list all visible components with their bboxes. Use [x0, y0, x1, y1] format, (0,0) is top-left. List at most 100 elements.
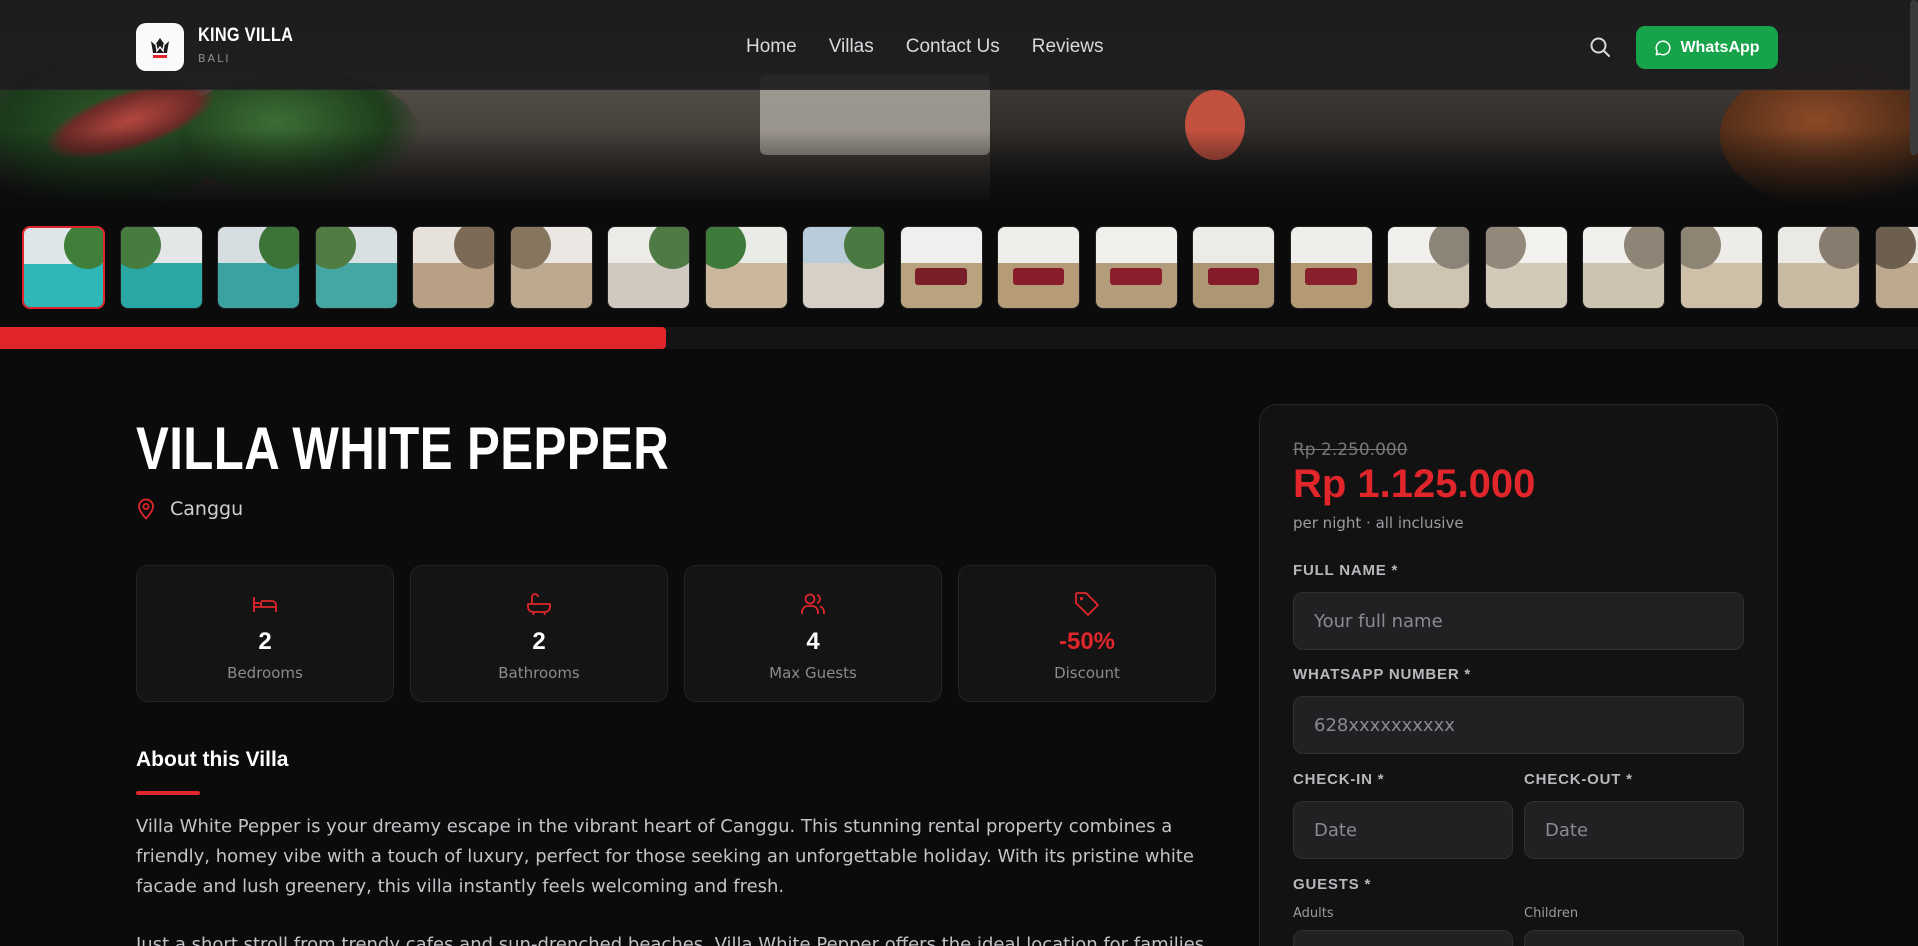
- thumbnail-background: [1290, 227, 1372, 264]
- full-name-input[interactable]: [1314, 610, 1743, 632]
- gallery-thumbnail[interactable]: [997, 226, 1080, 309]
- logo[interactable]: [136, 23, 184, 71]
- guests-label: GUESTS *: [1293, 876, 1372, 893]
- adults-label: Adults: [1293, 906, 1334, 921]
- thumbnail-floor: [413, 263, 494, 308]
- thumbnail-floor: [120, 263, 202, 308]
- checkout-field[interactable]: [1524, 801, 1744, 859]
- gallery-thumbnail[interactable]: [1387, 226, 1470, 309]
- page-scrollbar[interactable]: [1910, 0, 1918, 155]
- thumbnail-object: [1110, 267, 1162, 286]
- hero-fade: [0, 130, 1918, 210]
- thumbnail-floor: [608, 263, 689, 308]
- stat-value: 2: [532, 628, 546, 655]
- villa-location-text: Canggu: [170, 498, 244, 520]
- checkin-field[interactable]: [1293, 801, 1513, 859]
- thumbnail-floor: [705, 263, 787, 308]
- thumbnail-floor: [803, 263, 884, 308]
- stat-label: Max Guests: [769, 664, 857, 682]
- bath-icon: [527, 593, 551, 616]
- brand-subtitle: BALI: [198, 52, 231, 65]
- stat-label: Discount: [1054, 664, 1120, 682]
- villa-stats: 2 Bedrooms 2 Bathrooms 4 Max Guests -50%…: [136, 565, 1216, 702]
- thumbnail-floor: [1778, 263, 1859, 308]
- whatsapp-button-label: WhatsApp: [1680, 38, 1760, 56]
- gallery-thumbnail[interactable]: [1289, 226, 1373, 309]
- top-navbar: KING VILLA BALI Home Villas Contact Us R…: [0, 0, 1918, 90]
- thumbnail-background: [1095, 227, 1177, 264]
- checkout-label: CHECK-OUT *: [1524, 771, 1633, 788]
- original-price: Rp 2.250.000: [1293, 440, 1408, 460]
- whatsapp-button[interactable]: WhatsApp: [1636, 26, 1778, 69]
- about-heading: About this Villa: [136, 748, 289, 771]
- thumbnail-background: [1193, 227, 1274, 264]
- thumbnail-object: [1012, 267, 1065, 286]
- gallery-thumbnail[interactable]: [1777, 226, 1860, 309]
- gallery-thumbnail[interactable]: [607, 226, 690, 309]
- thumbnail-floor: [1485, 263, 1567, 308]
- thumbnail-floor: [24, 263, 103, 307]
- nav-villas[interactable]: Villas: [829, 36, 874, 58]
- users-icon: [801, 593, 825, 614]
- checkout-input[interactable]: [1545, 819, 1743, 841]
- stat-discount: -50% Discount: [958, 565, 1216, 702]
- thumbnail-object: [915, 267, 967, 286]
- children-stepper[interactable]: [1524, 930, 1744, 946]
- whatsapp-number-field[interactable]: [1293, 696, 1744, 754]
- thumbnail-floor: [1875, 263, 1918, 308]
- nav-contact-us[interactable]: Contact Us: [906, 36, 1000, 58]
- children-label: Children: [1524, 906, 1579, 921]
- about-text: Villa White Pepper is your dreamy escape…: [136, 816, 1195, 897]
- gallery-thumbnail[interactable]: [1094, 226, 1178, 309]
- gallery-thumbnail[interactable]: [704, 226, 788, 309]
- gallery-thumbnail[interactable]: [1679, 226, 1763, 309]
- nav-links: Home Villas Contact Us Reviews: [746, 36, 1136, 58]
- full-name-field[interactable]: [1293, 592, 1744, 650]
- gallery-thumbnail[interactable]: [1874, 226, 1918, 309]
- stat-value: 2: [258, 628, 272, 655]
- gallery-thumbnail[interactable]: [412, 226, 495, 309]
- thumbnail-object: [1207, 267, 1260, 286]
- thumbnail-floor: [510, 263, 592, 308]
- villa-title: VILLA WHITE PEPPER: [136, 415, 670, 482]
- crown-logo-icon: [151, 38, 169, 58]
- checkin-input[interactable]: [1314, 819, 1512, 841]
- stat-label: Bathrooms: [498, 664, 580, 682]
- whatsapp-number-label: WHATSAPP NUMBER *: [1293, 666, 1472, 683]
- about-text-continued: Just a short stroll from trendy cafes an…: [136, 934, 1205, 946]
- gallery-thumbnail[interactable]: [509, 226, 593, 309]
- gallery-thumbnail[interactable]: [119, 226, 203, 309]
- nav-reviews[interactable]: Reviews: [1032, 36, 1104, 58]
- gallery-thumbnail[interactable]: [802, 226, 885, 309]
- stat-max-guests: 4 Max Guests: [684, 565, 942, 702]
- nav-home[interactable]: Home: [746, 36, 797, 58]
- gallery-thumbnail[interactable]: [1192, 226, 1275, 309]
- thumbnail-background: [900, 227, 982, 264]
- whatsapp-number-input[interactable]: [1314, 714, 1743, 736]
- gallery-thumbnail[interactable]: [1582, 226, 1665, 309]
- discounted-price: Rp 1.125.000: [1293, 462, 1536, 506]
- thumbnail-floor: [315, 263, 397, 308]
- gallery-thumbnail[interactable]: [1484, 226, 1568, 309]
- gallery-thumbnail[interactable]: [217, 226, 300, 309]
- thumbnail-background: [998, 227, 1079, 264]
- gallery-thumbnail[interactable]: [899, 226, 983, 309]
- stat-bathrooms: 2 Bathrooms: [410, 565, 668, 702]
- whatsapp-icon: [1655, 39, 1671, 55]
- bed-icon: [253, 597, 277, 612]
- gallery-thumbnails: [22, 226, 1918, 310]
- gallery-thumbnail[interactable]: [22, 226, 105, 309]
- thumbnail-floor: [1388, 263, 1469, 308]
- villa-location: Canggu: [136, 498, 243, 520]
- adults-stepper[interactable]: [1293, 930, 1513, 946]
- thumbnail-floor: [1680, 263, 1762, 308]
- thumbnail-floor: [218, 263, 299, 308]
- gallery-thumbnail[interactable]: [314, 226, 398, 309]
- stat-value: -50%: [1058, 628, 1116, 655]
- thumbnail-object: [1305, 267, 1357, 286]
- gallery-scroll-progress[interactable]: [0, 327, 666, 349]
- tag-icon: [1075, 592, 1099, 616]
- stat-bedrooms: 2 Bedrooms: [136, 565, 394, 702]
- stat-label: Bedrooms: [227, 664, 303, 682]
- search-icon[interactable]: [1588, 35, 1612, 59]
